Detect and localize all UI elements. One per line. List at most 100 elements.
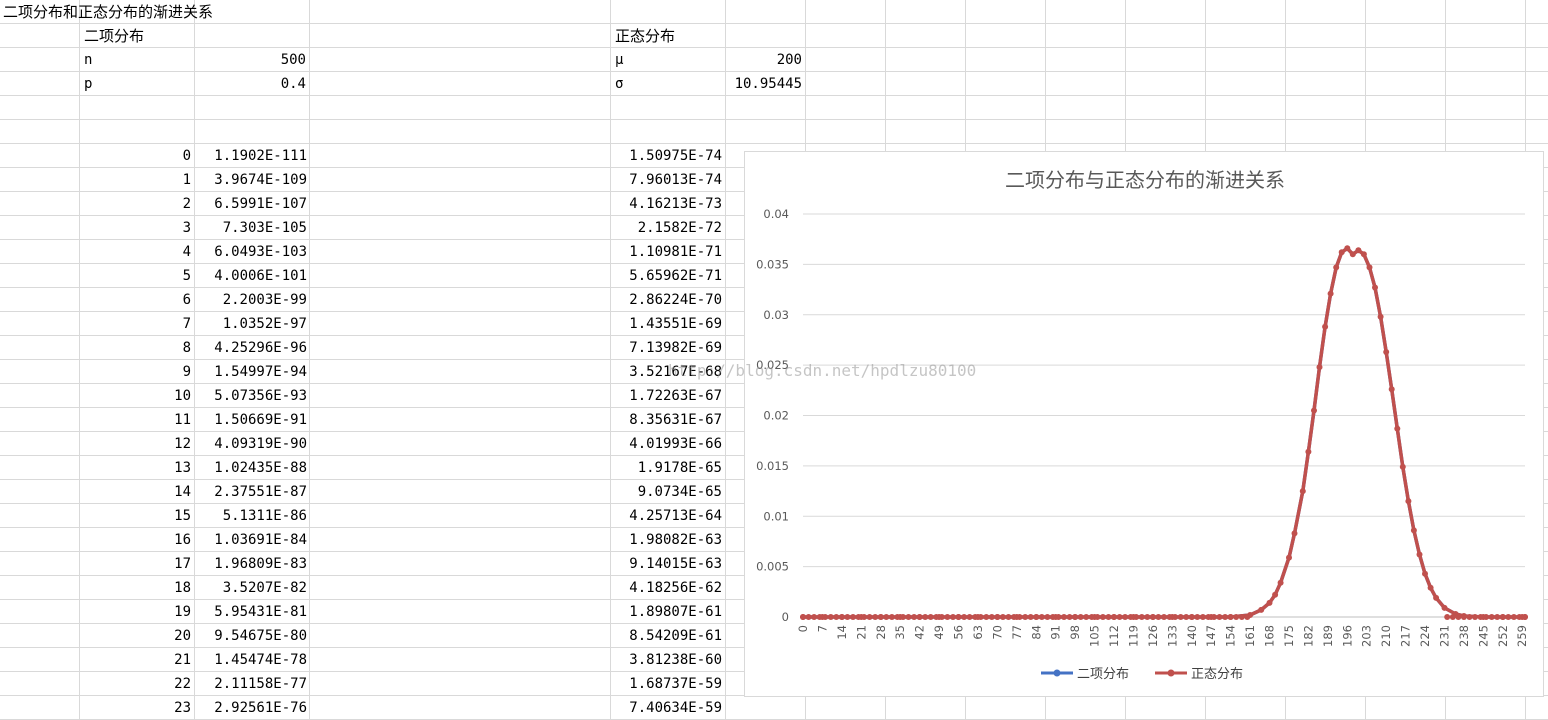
- normal-value-cell[interactable]: 7.13982E-69: [612, 336, 722, 360]
- normal-value-cell[interactable]: 7.40634E-59: [612, 696, 722, 720]
- n-label[interactable]: n: [84, 48, 194, 72]
- normal-value-cell[interactable]: 1.9178E-65: [612, 456, 722, 480]
- normal-value-cell[interactable]: 1.89807E-61: [612, 600, 722, 624]
- normal-value-cell[interactable]: 8.54209E-61: [612, 624, 722, 648]
- normal-series-point: [900, 614, 906, 620]
- normal-value-cell[interactable]: 2.1582E-72: [612, 216, 722, 240]
- row-index-cell[interactable]: 17: [80, 552, 191, 576]
- normal-value-cell[interactable]: 7.96013E-74: [612, 168, 722, 192]
- binomial-value-cell[interactable]: 4.25296E-96: [196, 336, 307, 360]
- normal-value-cell[interactable]: 1.43551E-69: [612, 312, 722, 336]
- row-index-cell[interactable]: 18: [80, 576, 191, 600]
- x-tick-label: 63: [971, 625, 985, 640]
- sigma-value[interactable]: 10.95445: [690, 72, 802, 96]
- normal-value-cell[interactable]: 3.81238E-60: [612, 648, 722, 672]
- binomial-value-cell[interactable]: 2.2003E-99: [196, 288, 307, 312]
- binomial-value-cell[interactable]: 1.1902E-111: [196, 144, 307, 168]
- binomial-value-cell[interactable]: 7.303E-105: [196, 216, 307, 240]
- normal-series-point: [1444, 614, 1451, 620]
- binomial-value-cell[interactable]: 9.54675E-80: [196, 624, 307, 648]
- normal-series-point: [1116, 614, 1123, 620]
- normal-value-cell[interactable]: 4.18256E-62: [612, 576, 722, 600]
- row-index-cell[interactable]: 14: [80, 480, 191, 504]
- normal-series-point: [1138, 614, 1145, 620]
- row-index-cell[interactable]: 15: [80, 504, 191, 528]
- binomial-value-cell[interactable]: 1.96809E-83: [196, 552, 307, 576]
- legend-binomial-marker: [1053, 669, 1061, 677]
- row-index-cell[interactable]: 22: [80, 672, 191, 696]
- x-tick-label: 196: [1340, 625, 1354, 647]
- binomial-value-cell[interactable]: 4.09319E-90: [196, 432, 307, 456]
- row-index-cell[interactable]: 13: [80, 456, 191, 480]
- row-index-cell[interactable]: 12: [80, 432, 191, 456]
- binomial-value-cell[interactable]: 1.03691E-84: [196, 528, 307, 552]
- binomial-value-cell[interactable]: 1.50669E-91: [196, 408, 307, 432]
- normal-series-point: [955, 614, 962, 620]
- row-index-cell[interactable]: 3: [80, 216, 191, 240]
- binomial-value-cell[interactable]: 5.1311E-86: [196, 504, 307, 528]
- row-index-cell[interactable]: 10: [80, 384, 191, 408]
- binomial-value-cell[interactable]: 3.9674E-109: [196, 168, 307, 192]
- row-index-cell[interactable]: 23: [80, 696, 191, 720]
- normal-series-point: [1460, 614, 1467, 620]
- x-tick-label: 28: [874, 625, 888, 640]
- normal-value-cell[interactable]: 1.50975E-74: [612, 144, 722, 168]
- chart-container[interactable]: 二项分布与正态分布的渐进关系 0 0.005 0.01 0.015 0.02 0.025 0.…: [744, 151, 1544, 697]
- normal-value-cell[interactable]: 1.98082E-63: [612, 528, 722, 552]
- p-value[interactable]: 0.4: [196, 72, 306, 96]
- binomial-value-cell[interactable]: 1.02435E-88: [196, 456, 307, 480]
- row-index-cell[interactable]: 1: [80, 168, 191, 192]
- normal-value-cell[interactable]: 5.65962E-71: [612, 264, 722, 288]
- row-index-cell[interactable]: 6: [80, 288, 191, 312]
- row-index-cell[interactable]: 5: [80, 264, 191, 288]
- binomial-header[interactable]: 二项分布: [84, 24, 194, 48]
- normal-series-point: [1155, 614, 1162, 620]
- normal-series-point: [1355, 247, 1362, 254]
- binomial-value-cell[interactable]: 1.0352E-97: [196, 312, 307, 336]
- binomial-value-cell[interactable]: 6.0493E-103: [196, 240, 307, 264]
- p-label[interactable]: p: [84, 72, 194, 96]
- row-index-cell[interactable]: 20: [80, 624, 191, 648]
- normal-value-cell[interactable]: 4.16213E-73: [612, 192, 722, 216]
- binomial-value-cell[interactable]: 4.0006E-101: [196, 264, 307, 288]
- binomial-value-cell[interactable]: 6.5991E-107: [196, 192, 307, 216]
- x-tick-label: 140: [1185, 625, 1199, 647]
- normal-series-point: [1144, 614, 1151, 620]
- normal-value-cell[interactable]: 3.52167E-68: [612, 360, 722, 384]
- binomial-value-cell[interactable]: 1.54997E-94: [196, 360, 307, 384]
- normal-value-cell[interactable]: 1.10981E-71: [612, 240, 722, 264]
- row-index-cell[interactable]: 8: [80, 336, 191, 360]
- normal-value-cell[interactable]: 2.86224E-70: [612, 288, 722, 312]
- binomial-value-cell[interactable]: 2.11158E-77: [196, 672, 307, 696]
- row-index-cell[interactable]: 11: [80, 408, 191, 432]
- normal-value-cell[interactable]: 8.35631E-67: [612, 408, 722, 432]
- normal-value-cell[interactable]: 9.0734E-65: [612, 480, 722, 504]
- row-index-cell[interactable]: 0: [80, 144, 191, 168]
- sheet-title[interactable]: 二项分布和正态分布的渐进关系: [3, 0, 213, 24]
- binomial-value-cell[interactable]: 5.07356E-93: [196, 384, 307, 408]
- normal-value-cell[interactable]: 9.14015E-63: [612, 552, 722, 576]
- row-index-cell[interactable]: 9: [80, 360, 191, 384]
- row-index-cell[interactable]: 2: [80, 192, 191, 216]
- normal-header[interactable]: 正态分布: [615, 24, 725, 48]
- row-index-cell[interactable]: 4: [80, 240, 191, 264]
- row-index-cell[interactable]: 16: [80, 528, 191, 552]
- row-index-cell[interactable]: 21: [80, 648, 191, 672]
- normal-series-point: [1194, 614, 1201, 620]
- x-tick-label: 126: [1146, 625, 1160, 647]
- binomial-value-cell[interactable]: 3.5207E-82: [196, 576, 307, 600]
- normal-value-cell[interactable]: 4.25713E-64: [612, 504, 722, 528]
- mu-value[interactable]: 200: [690, 48, 802, 72]
- normal-value-cell[interactable]: 1.72263E-67: [612, 384, 722, 408]
- row-index-cell[interactable]: 7: [80, 312, 191, 336]
- row-index-cell[interactable]: 19: [80, 600, 191, 624]
- normal-value-cell[interactable]: 4.01993E-66: [612, 432, 722, 456]
- normal-series-point: [1027, 614, 1034, 620]
- binomial-value-cell[interactable]: 1.45474E-78: [196, 648, 307, 672]
- normal-series-point: [1394, 425, 1401, 432]
- binomial-value-cell[interactable]: 2.92561E-76: [196, 696, 307, 720]
- binomial-value-cell[interactable]: 5.95431E-81: [196, 600, 307, 624]
- binomial-value-cell[interactable]: 2.37551E-87: [196, 480, 307, 504]
- n-value[interactable]: 500: [196, 48, 306, 72]
- normal-value-cell[interactable]: 1.68737E-59: [612, 672, 722, 696]
